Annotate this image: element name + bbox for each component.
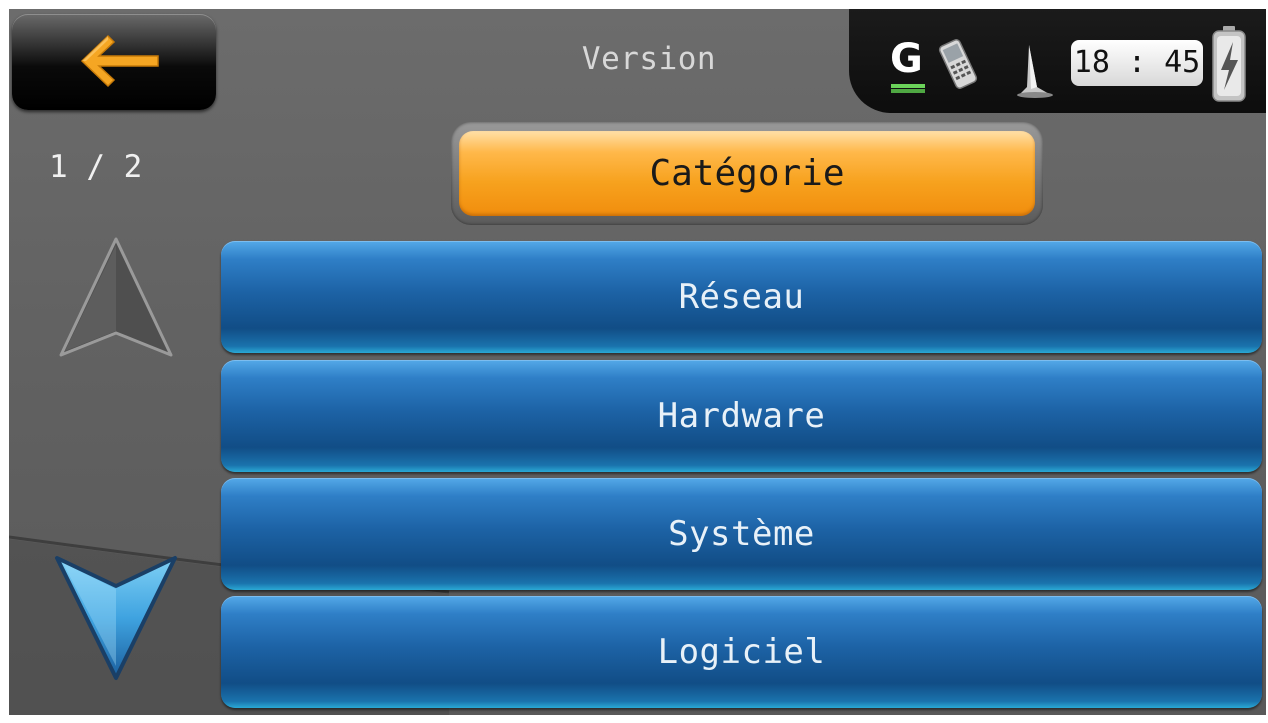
- page-title: Version: [581, 41, 717, 77]
- list-item-systeme[interactable]: Système: [221, 478, 1262, 590]
- status-bar: G 18 : 45: [849, 9, 1266, 113]
- page-indicator: 1 / 2: [49, 149, 143, 185]
- clock: 18 : 45: [1071, 40, 1203, 86]
- screen: Version G 18 : 45 1 / 2 Catégorie Réseau…: [9, 9, 1266, 715]
- category-button[interactable]: Catégorie: [459, 131, 1035, 216]
- list-item-reseau[interactable]: Réseau: [221, 241, 1262, 353]
- list-item-logiciel[interactable]: Logiciel: [221, 596, 1262, 708]
- arrow-down-icon[interactable]: [53, 554, 179, 682]
- arrow-left-icon: [80, 34, 159, 88]
- gps-signal-bars: [891, 84, 925, 88]
- satellite-icon: [1017, 45, 1053, 98]
- back-button[interactable]: [12, 14, 216, 110]
- list-item-hardware[interactable]: Hardware: [221, 360, 1262, 472]
- gps-signal-icon: G: [890, 36, 923, 82]
- arrow-up-icon[interactable]: [57, 235, 175, 359]
- category-header-frame: Catégorie: [451, 122, 1043, 225]
- battery-charging-icon: [1212, 26, 1246, 102]
- phone-icon: [938, 39, 978, 89]
